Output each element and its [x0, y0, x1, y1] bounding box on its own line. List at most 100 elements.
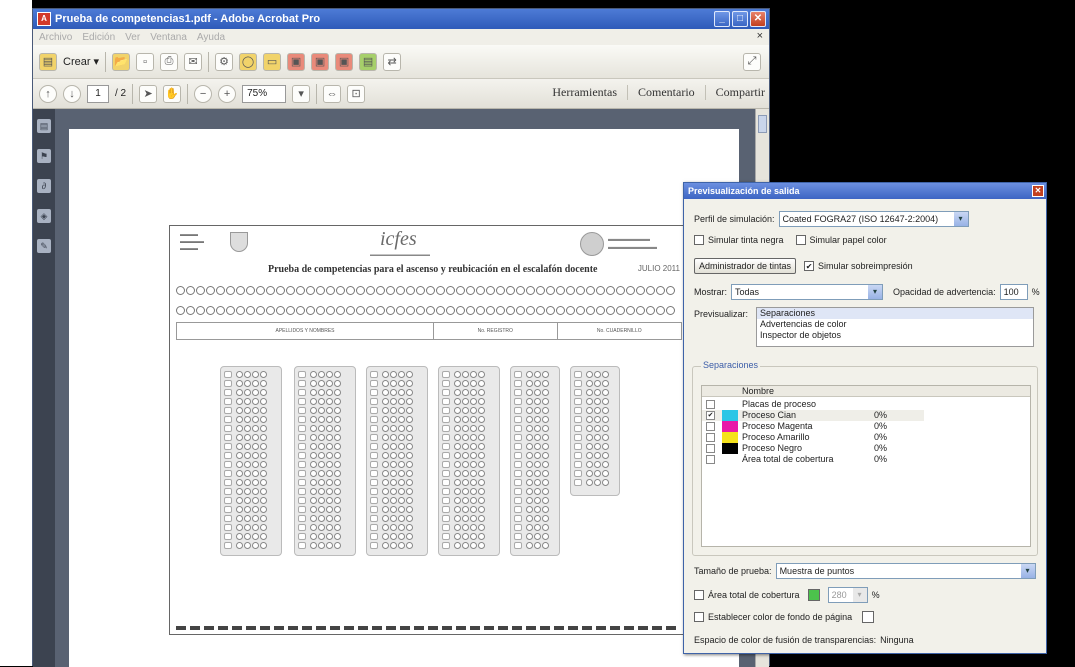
navigation-toolbar: ↑ ↓ 1 / 2 ➤ ✋ − + 75% ▾ ⇔ ⊡ Herramientas…	[33, 79, 769, 109]
sticky-note-icon[interactable]: ▭	[263, 52, 282, 71]
separation-row[interactable]: Proceso Magenta 0%	[702, 421, 1030, 432]
pages-icon[interactable]: ▤	[37, 119, 51, 133]
area-color-swatch[interactable]	[807, 589, 820, 601]
menu-edicion[interactable]: Edición	[82, 32, 115, 43]
separation-checkbox[interactable]	[706, 455, 715, 464]
separation-row[interactable]: Placas de proceso	[702, 399, 1030, 410]
answer-row	[298, 497, 352, 504]
settings-icon[interactable]: ⚙	[215, 52, 234, 71]
dialog-close-icon[interactable]: ✕	[1032, 185, 1044, 197]
share-link[interactable]: Compartir	[704, 85, 765, 100]
answer-bubble	[334, 425, 341, 432]
simular-papel-checkbox[interactable]	[795, 235, 806, 245]
menu-ver[interactable]: Ver	[125, 32, 140, 43]
separation-checkbox[interactable]: ✔	[706, 411, 715, 420]
perfil-select[interactable]: Coated FOGRA27 (ISO 12647-2:2004) ▾	[778, 211, 969, 227]
mostrar-select[interactable]: Todas ▾	[731, 284, 884, 300]
zoom-in-icon[interactable]: +	[218, 84, 237, 103]
answer-bubble	[594, 407, 601, 414]
separation-row[interactable]: ✔ Proceso Cian 0%	[702, 410, 924, 421]
next-page-icon[interactable]: ↓	[63, 84, 81, 103]
answer-bubble	[252, 452, 259, 459]
answer-bubble	[454, 461, 461, 468]
answer-bubble	[534, 506, 541, 513]
establecer-fondo-checkbox[interactable]	[694, 612, 704, 622]
open-icon[interactable]: 📂	[112, 52, 131, 71]
close-button[interactable]: ✕	[750, 11, 766, 27]
separation-checkbox[interactable]	[706, 444, 715, 453]
answer-number-box	[370, 506, 378, 513]
background-color-swatch[interactable]	[862, 611, 875, 623]
separation-checkbox[interactable]	[706, 400, 715, 409]
pdf-combine-icon[interactable]: ▣	[311, 52, 330, 71]
page-number-input[interactable]: 1	[87, 84, 109, 103]
separation-checkbox[interactable]	[706, 422, 715, 431]
save-icon[interactable]: ▫	[136, 52, 155, 71]
menu-ayuda[interactable]: Ayuda	[197, 32, 225, 43]
expand-icon[interactable]: ⤢	[743, 52, 761, 71]
answer-number-box	[514, 497, 522, 504]
prev-page-icon[interactable]: ↑	[39, 84, 57, 103]
signatures-icon[interactable]: ✎	[37, 239, 51, 253]
zoom-out-icon[interactable]: −	[194, 84, 213, 103]
previsualizar-list[interactable]: Separaciones Advertencias de color Inspe…	[756, 307, 1034, 347]
dialog-title-bar[interactable]: Previsualización de salida ✕	[684, 183, 1046, 199]
title-bar[interactable]: A Prueba de competencias1.pdf - Adobe Ac…	[33, 9, 769, 29]
answer-bubble	[586, 416, 593, 423]
administrador-tintas-button[interactable]: Administrador de tintas	[694, 258, 797, 274]
preview-option-advertencias[interactable]: Advertencias de color	[757, 319, 1033, 330]
acrobat-app-icon: A	[37, 12, 51, 26]
simular-sobreimpresion-checkbox[interactable]: ✔	[804, 261, 815, 271]
separation-row[interactable]: Proceso Negro 0%	[702, 443, 1030, 454]
select-tool-icon[interactable]: ➤	[139, 84, 158, 103]
separation-checkbox[interactable]	[706, 433, 715, 442]
minimize-button[interactable]: _	[714, 11, 730, 27]
scrollbar-thumb[interactable]	[758, 115, 767, 133]
menu-archivo[interactable]: Archivo	[39, 32, 72, 43]
print-icon[interactable]: ⎙	[160, 52, 179, 71]
separation-row[interactable]: Proceso Amarillo 0%	[702, 432, 1030, 443]
bubble-mark	[476, 286, 485, 295]
zoom-input[interactable]: 75%	[242, 84, 287, 103]
crear-button[interactable]: Crear ▾	[63, 55, 99, 69]
tamano-select[interactable]: Muestra de puntos ▾	[775, 563, 1036, 579]
zoom-dropdown-icon[interactable]: ▾	[292, 84, 311, 103]
bubble-mark	[386, 306, 395, 315]
area-total-checkbox[interactable]	[694, 590, 704, 600]
attachments-icon[interactable]: ∂	[37, 179, 51, 193]
comment-link[interactable]: Comentario	[627, 85, 695, 100]
bubble-mark	[466, 306, 475, 315]
share-icon[interactable]: ⇄	[383, 52, 402, 71]
pdf-export-icon[interactable]: ▣	[287, 52, 306, 71]
answer-row	[224, 497, 278, 504]
tools-link[interactable]: Herramientas	[552, 85, 617, 100]
answer-bubble	[390, 497, 397, 504]
email-icon[interactable]: ✉	[184, 52, 203, 71]
separation-row[interactable]: Área total de cobertura 0%	[702, 454, 1030, 465]
bookmarks-icon[interactable]: ⚑	[37, 149, 51, 163]
fit-page-icon[interactable]: ⊡	[347, 84, 366, 103]
answer-bubble	[586, 461, 593, 468]
close-doc-icon[interactable]: ×	[757, 30, 763, 42]
answer-bubble	[534, 380, 541, 387]
pdf-convert-icon[interactable]: ▣	[335, 52, 354, 71]
menu-ventana[interactable]: Ventana	[150, 32, 187, 43]
answer-bubble	[398, 452, 405, 459]
answer-bubble	[318, 506, 325, 513]
forms-icon[interactable]: ▤	[359, 52, 378, 71]
layers-icon[interactable]: ◈	[37, 209, 51, 223]
simular-tinta-checkbox[interactable]	[694, 235, 704, 245]
preview-option-separaciones[interactable]: Separaciones	[757, 308, 1033, 319]
answer-number-box	[370, 443, 378, 450]
fit-width-icon[interactable]: ⇔	[323, 84, 342, 103]
crear-icon[interactable]: ▤	[39, 52, 57, 71]
maximize-button[interactable]: □	[732, 11, 748, 27]
preview-option-inspector[interactable]: Inspector de objetos	[757, 330, 1033, 341]
form-date: JULIO 2011	[637, 264, 680, 273]
comment-icon[interactable]: ◯	[239, 52, 258, 71]
area-total-select[interactable]: 280 ▾	[827, 587, 868, 603]
answer-number-box	[224, 452, 232, 459]
hand-tool-icon[interactable]: ✋	[163, 84, 182, 103]
bubble-mark	[396, 286, 405, 295]
opacidad-input[interactable]: 100	[999, 284, 1028, 300]
